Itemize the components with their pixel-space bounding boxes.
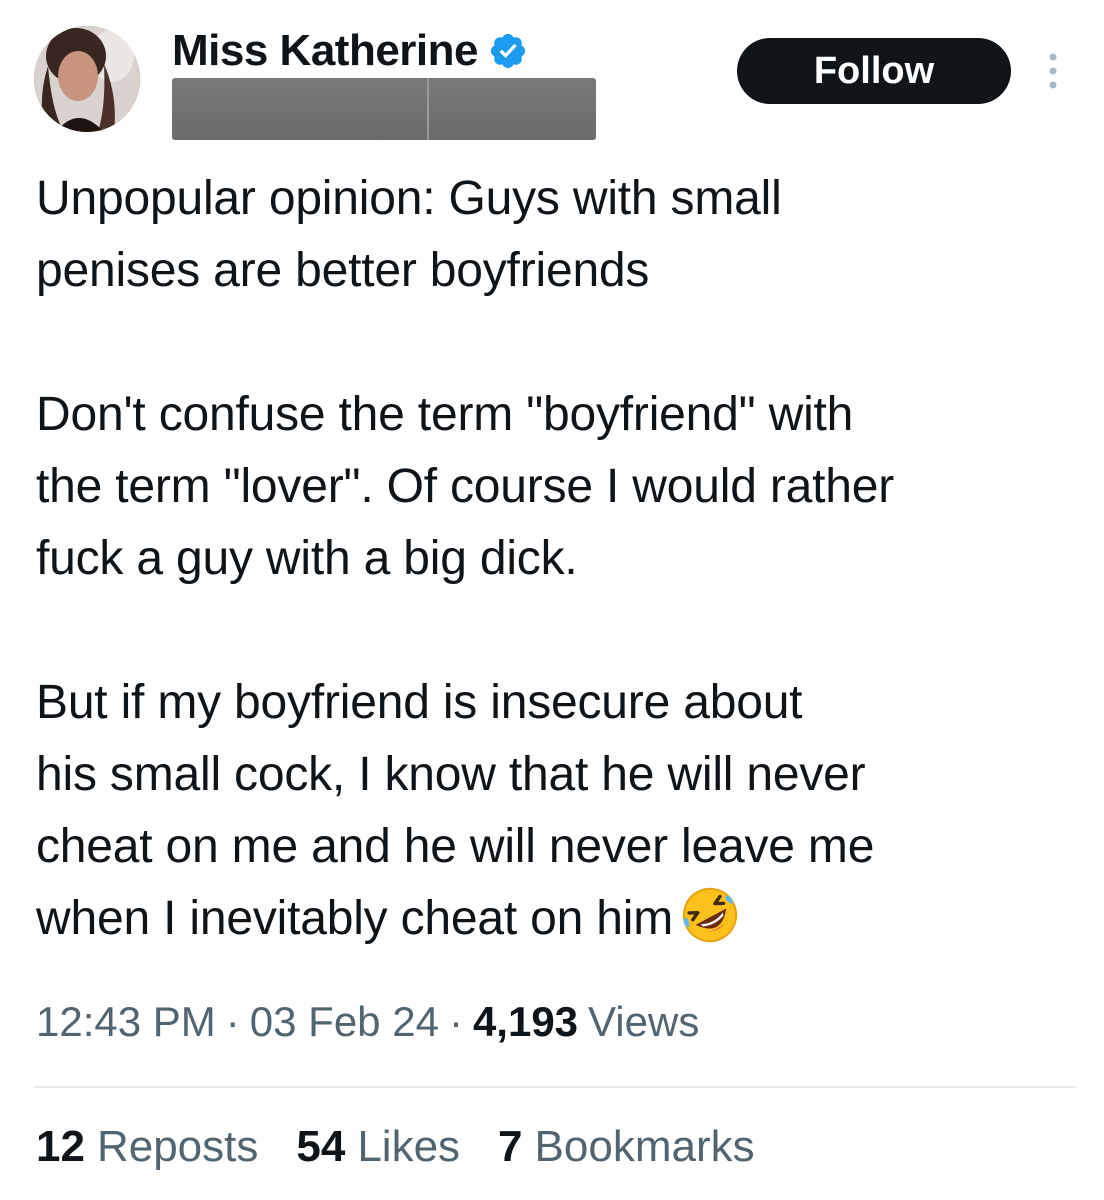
tweet-text-content: Unpopular opinion: Guys with small penis… [36, 172, 895, 945]
reposts-label: Reposts [96, 1122, 259, 1171]
meta-separator: · [225, 998, 240, 1045]
divider [34, 1086, 1076, 1088]
likes-stat[interactable]: 54 Likes [296, 1122, 460, 1172]
likes-count: 54 [296, 1122, 346, 1171]
bookmarks-label: Bookmarks [534, 1122, 755, 1171]
avatar[interactable] [34, 26, 140, 132]
author-name-row[interactable]: Miss Katherine [172, 26, 528, 76]
reposts-stat[interactable]: 12 Reposts [36, 1122, 258, 1172]
bookmarks-stat[interactable]: 7 Bookmarks [498, 1122, 755, 1172]
display-name[interactable]: Miss Katherine [172, 26, 478, 76]
more-options-icon[interactable] [1036, 48, 1070, 94]
views-label: Views [588, 998, 700, 1045]
reposts-count: 12 [36, 1122, 85, 1171]
tweet-date[interactable]: 03 Feb 24 [250, 998, 439, 1046]
rolling-on-floor-laughing-emoji-icon [679, 884, 741, 946]
follow-button[interactable]: Follow [737, 38, 1011, 104]
engagement-stats: 12 Reposts 54 Likes 7 Bookmarks [36, 1122, 793, 1172]
tweet-text: Unpopular opinion: Guys with small penis… [36, 163, 1086, 955]
redacted-handle [172, 78, 596, 140]
meta-separator: · [448, 998, 463, 1045]
verified-badge-icon [488, 31, 528, 71]
tweet-time[interactable]: 12:43 PM [36, 998, 216, 1046]
tweet-header: Miss Katherine Follow [0, 0, 1104, 160]
bookmarks-count: 7 [498, 1122, 523, 1171]
tweet-meta: 12:43 PM · 03 Feb 24 · 4,193 Views [36, 998, 699, 1046]
likes-label: Likes [357, 1122, 461, 1171]
views-count[interactable]: 4,193 [473, 998, 578, 1046]
